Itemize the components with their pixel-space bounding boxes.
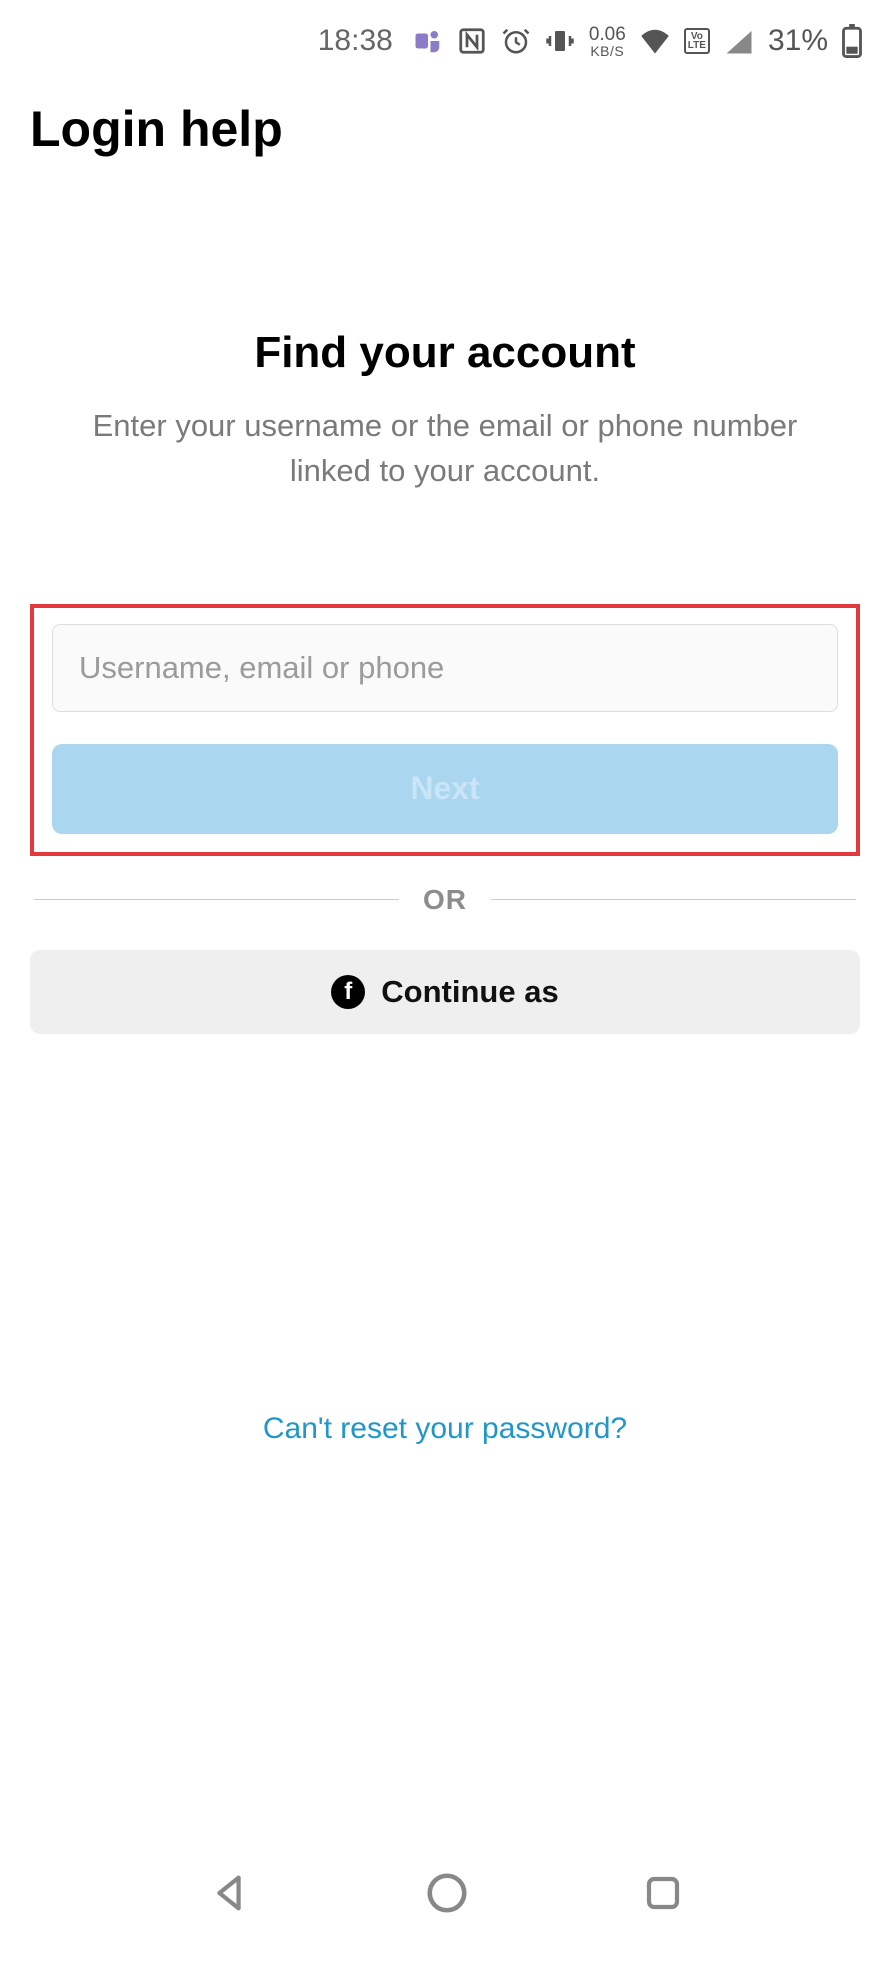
username-email-phone-input[interactable] [52,624,838,712]
continue-with-facebook-button[interactable]: f Continue as [30,950,860,1034]
vibrate-icon [545,26,575,56]
cant-reset-row: Can't reset your password? [0,1412,890,1446]
recent-apps-button[interactable] [642,1872,684,1914]
next-button[interactable]: Next [52,744,838,834]
data-rate-indicator: 0.06 KB/S [589,25,626,58]
find-account-subtext: Enter your username or the email or phon… [30,404,860,494]
signal-icon [724,28,754,54]
nfc-icon [457,26,487,56]
alarm-icon [501,26,531,56]
annotation-highlight: Next [30,604,860,856]
status-time: 18:38 [318,24,393,58]
status-bar: 18:38 0.06 KB/S Vo LTE 31% [0,0,890,70]
divider-line [34,899,399,900]
page-header: Login help [0,70,890,158]
volte-indicator: Vo LTE [684,28,710,54]
battery-icon [842,24,862,58]
page-title: Login help [30,100,860,158]
title-block: Find your account Enter your username or… [30,328,860,494]
facebook-label: Continue as [381,974,558,1010]
or-label: OR [423,884,467,916]
battery-percentage: 31% [768,24,828,58]
cant-reset-password-link[interactable]: Can't reset your password? [263,1412,627,1445]
home-button[interactable] [424,1870,470,1916]
wifi-icon [640,28,670,54]
android-nav-bar [0,1838,890,1978]
back-button[interactable] [206,1870,252,1916]
teams-icon [413,26,443,56]
find-account-heading: Find your account [30,328,860,378]
facebook-icon: f [331,975,365,1009]
or-divider: OR [30,884,860,916]
divider-line [491,899,856,900]
